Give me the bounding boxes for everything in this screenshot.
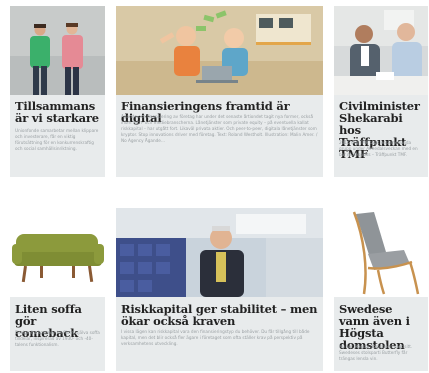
article-card-1[interactable]: Tillsammans är vi starkare Unionfonde sa… [10, 6, 105, 177]
article-excerpt: Unionfonde samarbetar mellan klippare oc… [15, 128, 99, 152]
article-image-sofa[interactable] [10, 208, 105, 297]
article-title[interactable]: Riskkapital ger stabilitet – men ökar oc… [121, 303, 319, 327]
article-excerpt: Design fra kommer im fllom, själva soffa… [15, 330, 100, 348]
article-excerpt: Nu har Högsta domstolen sagt sitt. Swede… [339, 344, 413, 362]
article-image-illustration[interactable] [116, 6, 323, 95]
article-image-two-men[interactable] [10, 6, 105, 95]
article-image-conference[interactable] [116, 208, 323, 297]
article-card-5[interactable]: Riskkapital ger stabilitet – men ökar oc… [116, 208, 323, 371]
article-card-3[interactable]: Civilminister Shekarabi hos Träffpunkt T… [334, 6, 428, 177]
article-image-armchair[interactable] [334, 208, 428, 297]
article-title[interactable]: Tillsammans är vi starkare [15, 100, 101, 124]
article-image-meeting[interactable] [334, 6, 428, 95]
article-excerpt: Ägande och finansiering av företag har u… [121, 114, 318, 144]
article-card-6[interactable]: Swedese vann även i Högsta domstolen Nu … [334, 208, 428, 371]
article-excerpt: I vissa lägen kan riskkapital vara den f… [121, 329, 310, 347]
article-excerpt: 2016 sag TMF tagit en annorlunda grupp u… [339, 140, 418, 158]
article-card-4[interactable]: Liten soffa gör comeback Design fra komm… [10, 208, 105, 371]
article-card-2[interactable]: Finansieringens framtid är digital Ägand… [116, 6, 323, 177]
